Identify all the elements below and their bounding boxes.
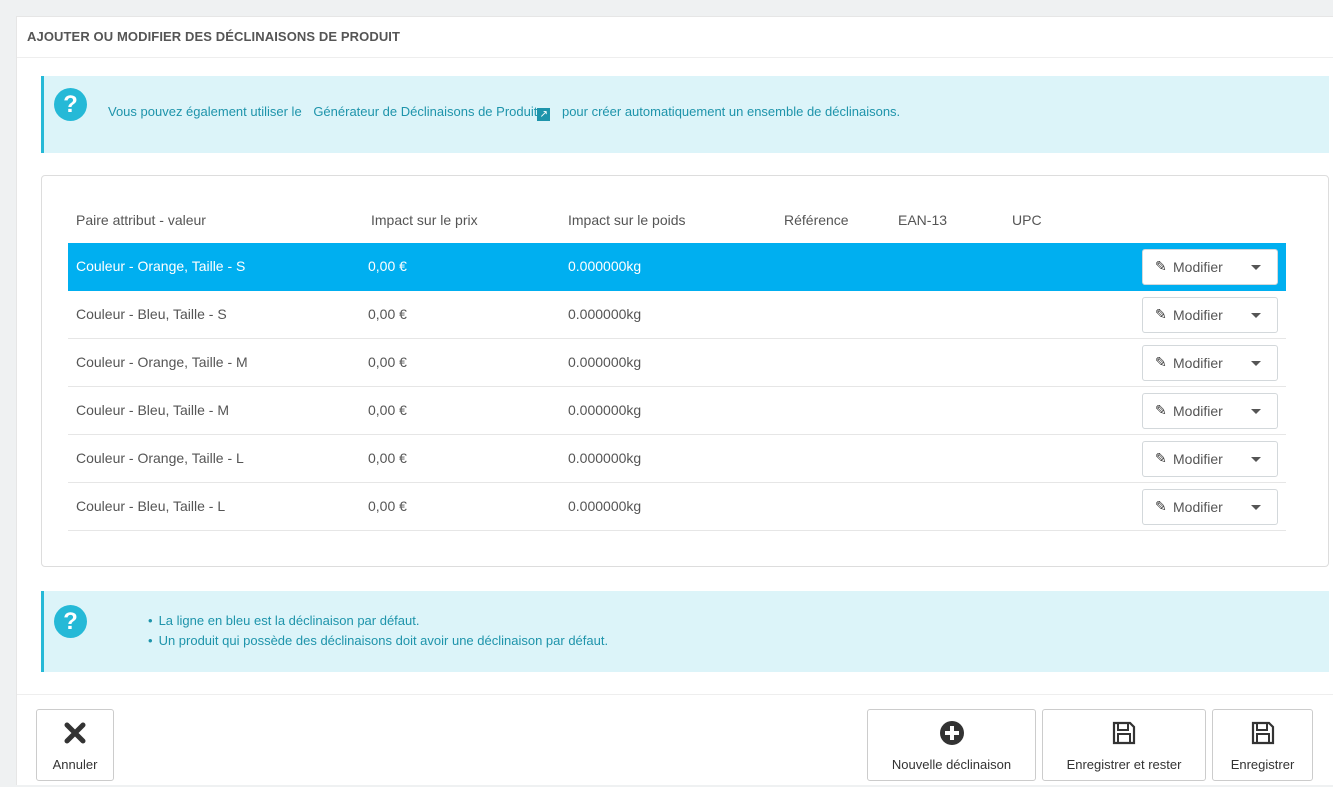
cell-weight-impact: 0.000000kg — [568, 354, 642, 370]
pencil-icon: ✎ — [1155, 258, 1167, 274]
question-circle-icon: ? — [54, 605, 87, 638]
caret-down-icon[interactable] — [1251, 505, 1261, 510]
save-button[interactable]: Enregistrer — [1212, 709, 1313, 781]
cell-weight-impact: 0.000000kg — [568, 498, 642, 514]
table-row[interactable]: Couleur - Bleu, Taille - M 0,00 € 0.0000… — [68, 387, 1286, 435]
save-and-stay-button-label: Enregistrer et rester — [1066, 757, 1182, 772]
floppy-disk-icon — [1251, 721, 1274, 745]
column-header-price-impact: Impact sur le prix — [371, 212, 478, 228]
save-and-stay-button[interactable]: Enregistrer et rester — [1042, 709, 1206, 781]
cell-price-impact: 0,00 € — [368, 354, 407, 370]
caret-down-icon[interactable] — [1251, 457, 1261, 462]
cell-attribute: Couleur - Orange, Taille - S — [76, 258, 246, 274]
modify-button-label: Modifier — [1173, 499, 1223, 515]
pencil-icon: ✎ — [1155, 498, 1167, 514]
new-combination-button-label: Nouvelle déclinaison — [891, 757, 1012, 772]
close-icon — [64, 722, 86, 744]
pencil-icon: ✎ — [1155, 402, 1167, 418]
cell-weight-impact: 0.000000kg — [568, 450, 642, 466]
modify-button[interactable]: ✎ Modifier — [1142, 489, 1278, 525]
modify-button-label: Modifier — [1173, 355, 1223, 371]
cancel-button[interactable]: Annuler — [36, 709, 114, 781]
cell-attribute: Couleur - Bleu, Taille - S — [76, 306, 227, 322]
cell-price-impact: 0,00 € — [368, 402, 407, 418]
info-alert-default: ? La ligne en bleu est la déclinaison pa… — [41, 591, 1329, 672]
panel-title: AJOUTER OU MODIFIER DES DÉCLINAISONS DE … — [17, 17, 1333, 58]
save-button-label: Enregistrer — [1230, 757, 1295, 772]
external-link-icon: ↗ — [537, 108, 551, 121]
modify-button-label: Modifier — [1173, 259, 1223, 275]
modify-button[interactable]: ✎ Modifier — [1142, 345, 1278, 381]
list-item: Un produit qui possède des déclinaisons … — [148, 631, 609, 651]
combinations-panel: AJOUTER OU MODIFIER DES DÉCLINAISONS DE … — [16, 16, 1333, 785]
plus-circle-icon — [939, 721, 964, 745]
cell-price-impact: 0,00 € — [368, 450, 407, 466]
cell-weight-impact: 0.000000kg — [568, 306, 642, 322]
table-row[interactable]: Couleur - Orange, Taille - M 0,00 € 0.00… — [68, 339, 1286, 387]
table-row[interactable]: Couleur - Orange, Taille - L 0,00 € 0.00… — [68, 435, 1286, 483]
panel-footer: Annuler Nouvelle déclinaison Enregistrer… — [17, 694, 1333, 787]
column-header-reference: Référence — [784, 212, 849, 228]
table-row[interactable]: Couleur - Bleu, Taille - L 0,00 € 0.0000… — [68, 483, 1286, 531]
table-header: Paire attribut - valeur Impact sur le pr… — [68, 212, 1286, 232]
caret-down-icon[interactable] — [1251, 265, 1261, 270]
info-alert-generator: ? Vous pouvez également utiliser le Géné… — [41, 76, 1329, 153]
table-row[interactable]: Couleur - Bleu, Taille - S 0,00 € 0.0000… — [68, 291, 1286, 339]
caret-down-icon[interactable] — [1251, 361, 1261, 366]
new-combination-button[interactable]: Nouvelle déclinaison — [867, 709, 1036, 781]
alert-text-after: pour créer automatiquement un ensemble d… — [561, 104, 901, 119]
list-item: La ligne en bleu est la déclinaison par … — [148, 611, 608, 631]
generator-link[interactable]: Générateur de Déclinaisons de Produit ↗ — [313, 104, 558, 121]
modify-button[interactable]: ✎ Modifier — [1142, 441, 1278, 477]
modify-button[interactable]: ✎ Modifier — [1142, 393, 1278, 429]
cell-attribute: Couleur - Orange, Taille - L — [76, 450, 244, 466]
cell-weight-impact: 0.000000kg — [568, 258, 642, 274]
cell-attribute: Couleur - Bleu, Taille - L — [76, 498, 226, 514]
modify-button-label: Modifier — [1173, 451, 1223, 467]
modify-button[interactable]: ✎ Modifier — [1142, 249, 1278, 285]
cancel-button-label: Annuler — [52, 757, 98, 772]
modify-button-label: Modifier — [1173, 403, 1223, 419]
question-circle-icon: ? — [54, 88, 87, 121]
column-header-attribute: Paire attribut - valeur — [76, 212, 206, 228]
cell-price-impact: 0,00 € — [368, 498, 407, 514]
caret-down-icon[interactable] — [1251, 313, 1261, 318]
cell-price-impact: 0,00 € — [368, 258, 407, 274]
cell-attribute: Couleur - Bleu, Taille - M — [76, 402, 230, 418]
column-header-ean13: EAN-13 — [898, 212, 948, 228]
info-list: La ligne en bleu est la déclinaison par … — [148, 611, 609, 651]
cell-weight-impact: 0.000000kg — [568, 402, 642, 418]
cell-attribute: Couleur - Orange, Taille - M — [76, 354, 248, 370]
cell-price-impact: 0,00 € — [368, 306, 407, 322]
floppy-disk-icon — [1112, 721, 1136, 745]
pencil-icon: ✎ — [1155, 306, 1167, 322]
modify-button[interactable]: ✎ Modifier — [1142, 297, 1278, 333]
alert-text: Vous pouvez également utiliser le Généra… — [108, 104, 900, 121]
column-header-upc: UPC — [1012, 212, 1042, 228]
caret-down-icon[interactable] — [1251, 409, 1261, 414]
modify-button-label: Modifier — [1173, 307, 1223, 323]
column-header-weight-impact: Impact sur le poids — [568, 212, 686, 228]
pencil-icon: ✎ — [1155, 450, 1167, 466]
generator-link-label: Générateur de Déclinaisons de Produit — [313, 104, 538, 119]
alert-text-before: Vous pouvez également utiliser le — [108, 104, 302, 119]
table-row[interactable]: Couleur - Orange, Taille - S 0,00 € 0.00… — [68, 243, 1286, 291]
pencil-icon: ✎ — [1155, 354, 1167, 370]
combinations-table: Paire attribut - valeur Impact sur le pr… — [41, 175, 1329, 567]
